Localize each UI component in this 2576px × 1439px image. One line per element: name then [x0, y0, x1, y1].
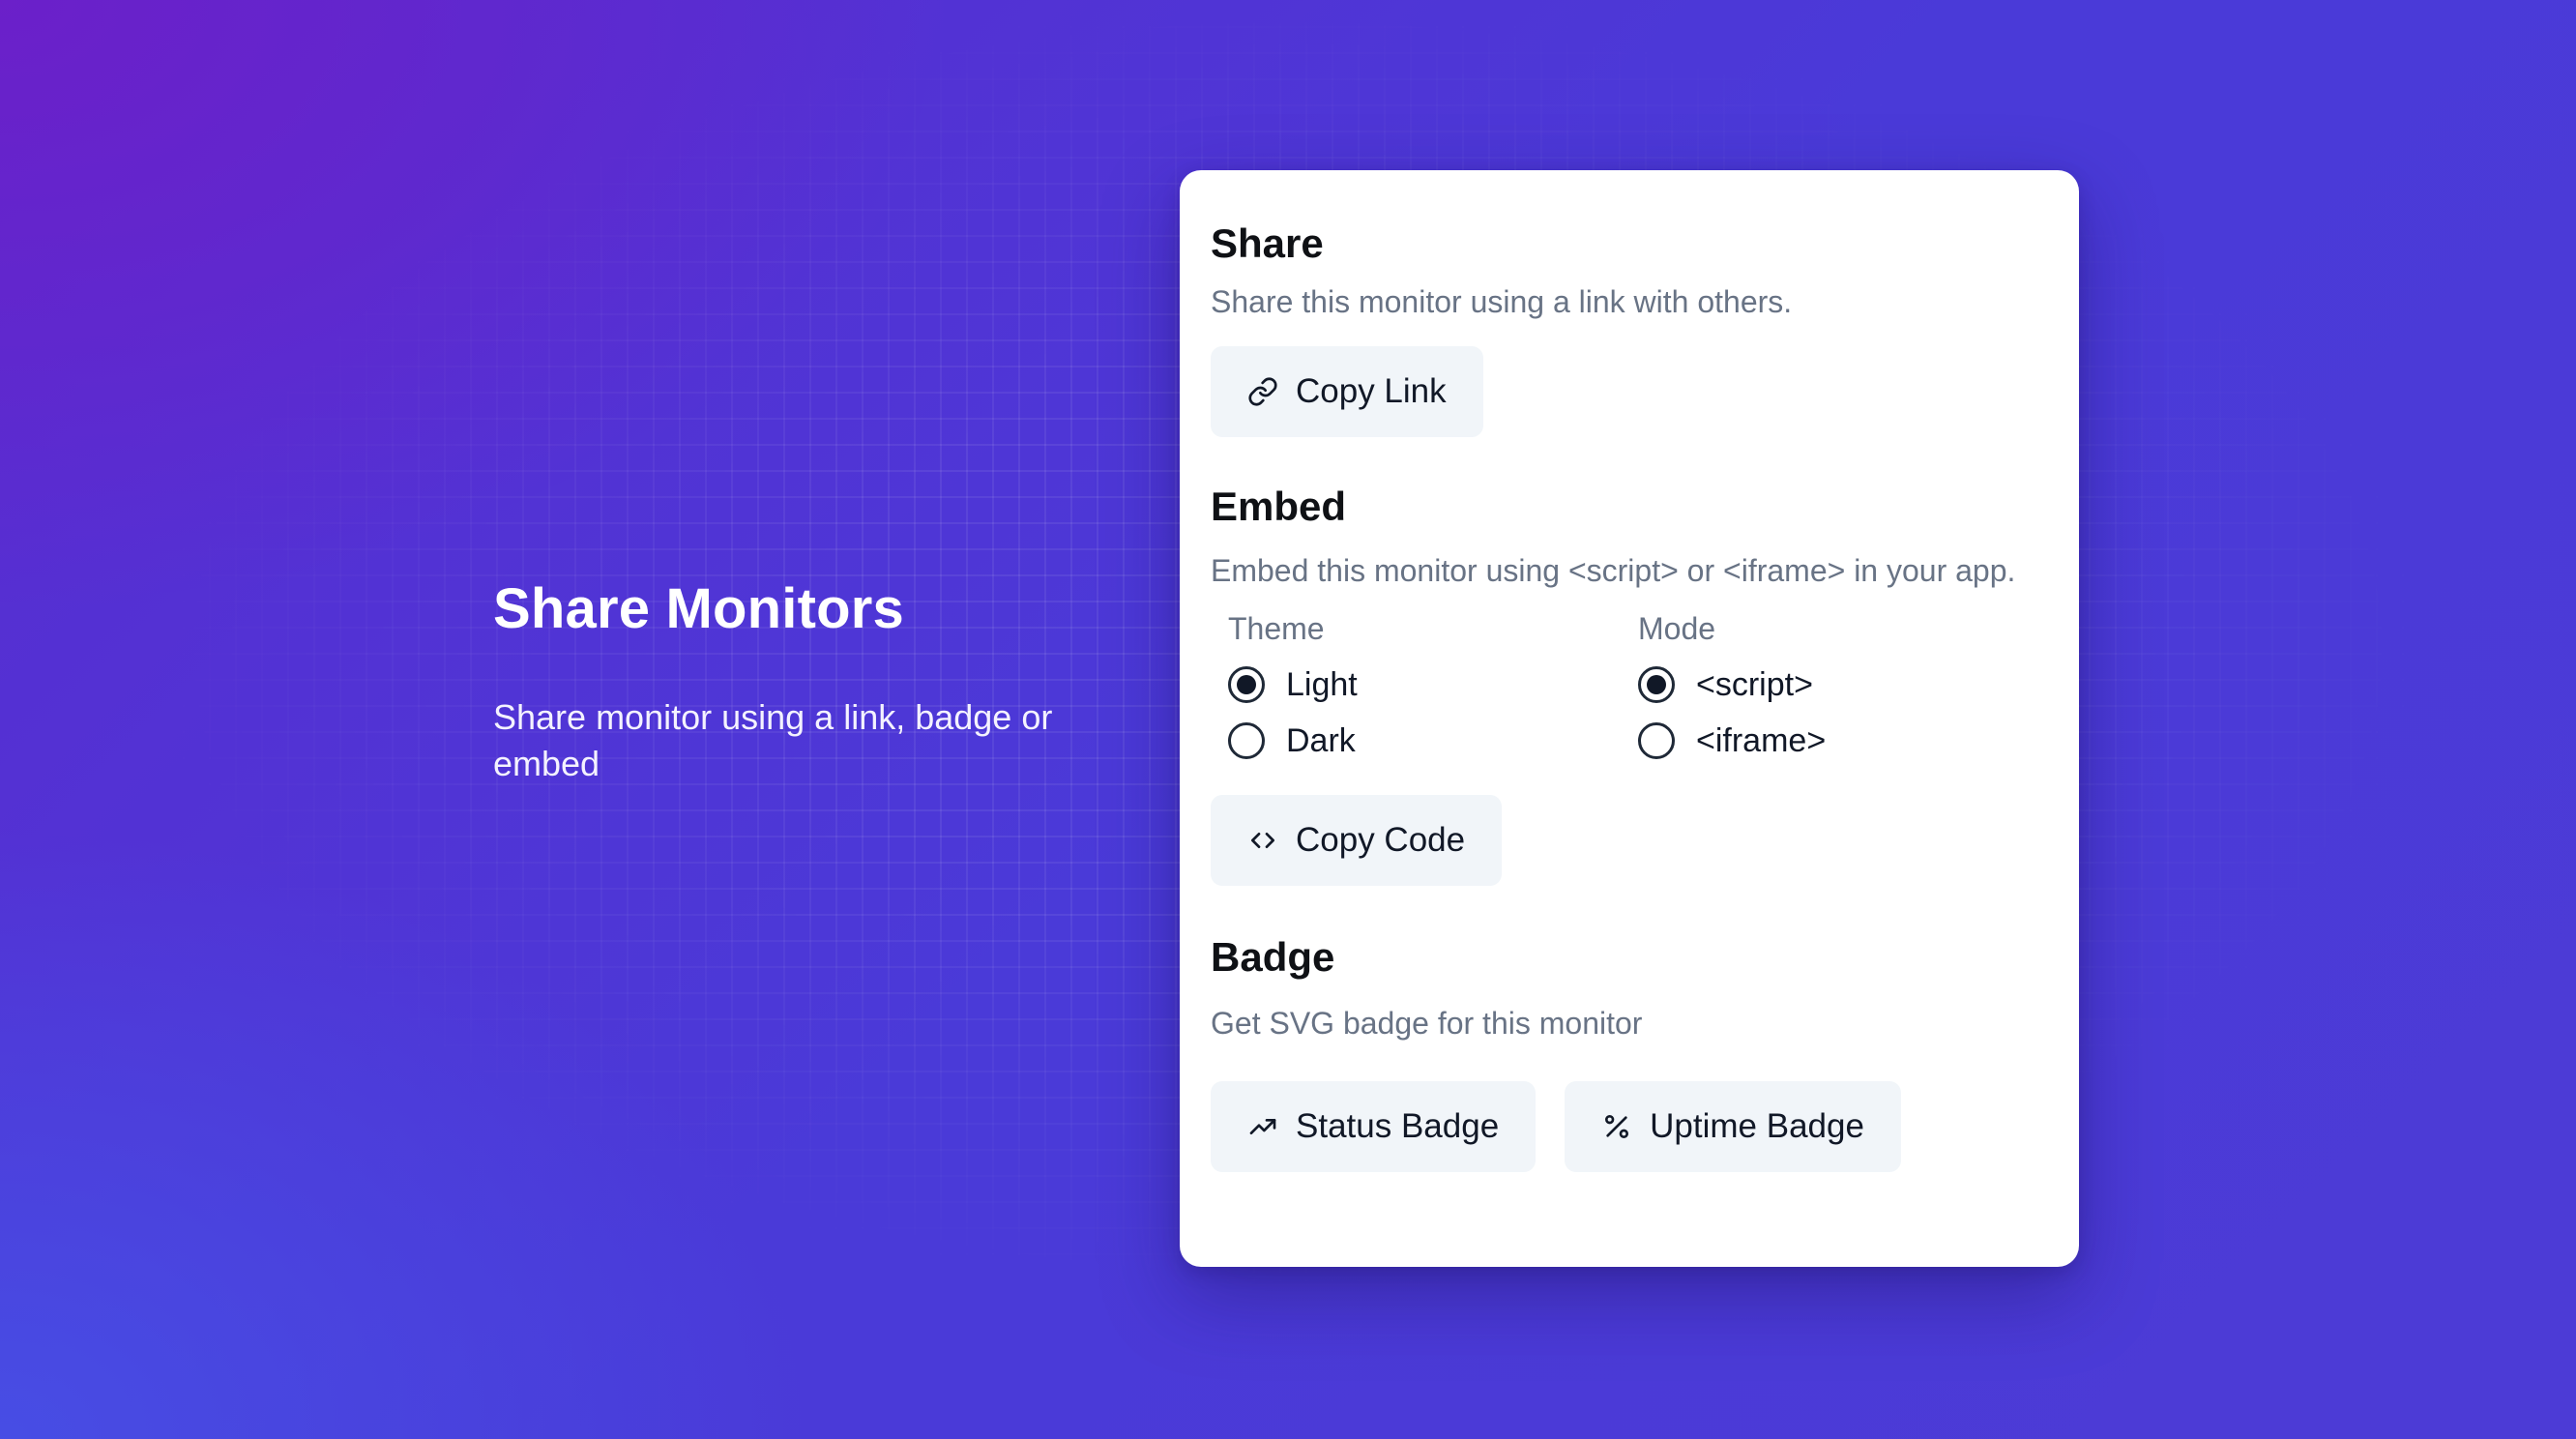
mode-iframe-label: <iframe>: [1696, 721, 1827, 759]
mode-script-label: <script>: [1696, 665, 1813, 703]
mode-script-radio[interactable]: [1638, 666, 1675, 703]
intro-description: Share monitor using a link, badge or emb…: [493, 697, 1053, 783]
code-icon: [1251, 833, 1274, 848]
copy-code-label: Copy Code: [1296, 821, 1466, 859]
uptime-badge-label: Uptime Badge: [1650, 1107, 1864, 1145]
uptime-badge-button[interactable]: Uptime Badge: [1565, 1081, 1901, 1172]
embed-title: Embed: [1211, 484, 1347, 529]
status-badge-button[interactable]: Status Badge: [1211, 1081, 1537, 1172]
theme-light-radio[interactable]: [1228, 666, 1265, 703]
embed-description: Embed this monitor using <script> or <if…: [1211, 553, 2016, 588]
theme-dark-label: Dark: [1286, 721, 1356, 759]
percent-icon: [1605, 1115, 1629, 1138]
mode-group: Mode <script> <iframe>: [1638, 607, 2048, 762]
copy-link-label: Copy Link: [1296, 372, 1447, 410]
embed-options: Theme Light Dark Mode <script> <iframe>: [1211, 607, 2048, 762]
mode-label: Mode: [1638, 611, 1716, 646]
copy-code-button[interactable]: Copy Code: [1211, 795, 1503, 886]
theme-dark-radio[interactable]: [1228, 722, 1265, 759]
theme-option-dark[interactable]: Dark: [1228, 720, 1638, 762]
theme-label: Theme: [1228, 611, 1325, 646]
share-card: Share Share this monitor using a link wi…: [1180, 170, 2079, 1267]
link-icon: [1248, 377, 1277, 406]
badge-description: Get SVG badge for this monitor: [1211, 1006, 1643, 1041]
status-badge-label: Status Badge: [1296, 1107, 1500, 1145]
badge-buttons: Status Badge Uptime Badge: [1211, 1081, 2048, 1172]
copy-link-button[interactable]: Copy Link: [1211, 346, 1483, 437]
share-description: Share this monitor using a link with oth…: [1211, 284, 1793, 319]
intro-title: Share Monitors: [493, 577, 904, 640]
trending-up-icon: [1249, 1119, 1276, 1134]
theme-group: Theme Light Dark: [1228, 607, 1638, 762]
mode-iframe-radio[interactable]: [1638, 722, 1675, 759]
mode-option-script[interactable]: <script>: [1638, 663, 2048, 706]
intro-panel: Share Monitors Share monitor using a lin…: [493, 571, 1112, 787]
theme-light-label: Light: [1286, 665, 1358, 703]
theme-option-light[interactable]: Light: [1228, 663, 1638, 706]
mode-option-iframe[interactable]: <iframe>: [1638, 720, 2048, 762]
badge-title: Badge: [1211, 934, 1335, 980]
share-title: Share: [1211, 220, 1324, 266]
